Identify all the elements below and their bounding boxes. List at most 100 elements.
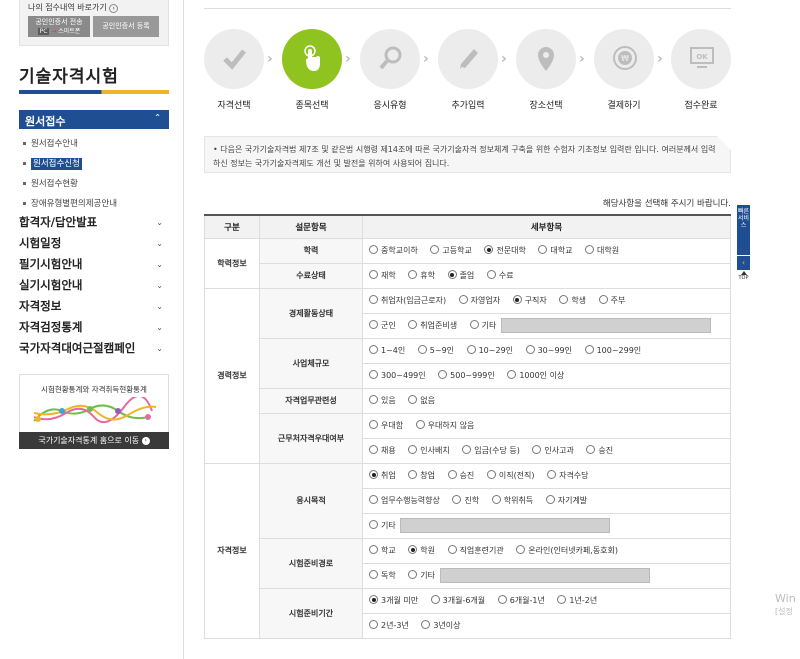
radio-option[interactable]: 1~4인 [369,345,405,356]
radio-option[interactable]: 3개월 미만 [369,595,418,606]
radio-button[interactable] [584,345,594,354]
radio-button[interactable] [369,420,378,429]
radio-option[interactable]: 승진 [447,470,474,481]
radio-button[interactable] [497,595,507,604]
radio-button-selected[interactable] [408,545,418,554]
chevron-left-icon[interactable]: ‹ [737,256,750,270]
submenu-item-apply[interactable]: 원서접수신청 [23,154,117,174]
radio-button[interactable] [547,470,557,479]
radio-option[interactable]: 휴학 [408,270,435,281]
radio-option[interactable]: 재학 [369,270,396,281]
submenu-item-accessibility[interactable]: 장애유형별편의제공안내 [23,194,117,214]
menu-item-results[interactable]: 합격자/답안발표 ⌄ [19,212,169,233]
menu-apply-header[interactable]: 원서접수 ⌃ [19,110,169,129]
radio-option[interactable]: 독학 [369,570,396,581]
radio-option[interactable]: 1년-2년 [557,595,597,606]
radio-button-selected[interactable] [447,270,457,279]
radio-button-selected[interactable] [512,295,522,304]
other-text-input[interactable] [500,318,711,333]
radio-option[interactable]: 주부 [598,295,625,306]
radio-option[interactable]: 자영업자 [458,295,500,306]
radio-button[interactable] [369,345,378,354]
radio-option[interactable]: 30~99인 [525,345,572,356]
radio-button-selected[interactable] [369,470,378,479]
cert-register-button[interactable]: 공인인증서 등록 [93,16,159,37]
radio-button[interactable] [369,245,378,254]
radio-button[interactable] [408,470,418,479]
statistics-banner[interactable]: 시험현황통계와 자격취득현황통계 국가기술자격통계 홈으로 이동 › [19,374,169,449]
radio-button[interactable] [408,270,418,279]
radio-button[interactable] [408,570,418,579]
radio-option[interactable]: 있음 [369,395,396,406]
radio-option[interactable]: 3개월-6개월 [430,595,485,606]
radio-option[interactable]: 직업훈련기관 [447,545,504,556]
radio-button[interactable] [486,470,496,479]
radio-button[interactable] [369,295,378,304]
radio-button[interactable] [507,370,517,379]
radio-button[interactable] [417,345,427,354]
radio-option[interactable]: 기타 [408,570,435,581]
radio-option[interactable]: 학원 [408,545,435,556]
radio-button[interactable] [369,520,378,529]
radio-option[interactable]: 업무수행능력향상 [369,495,440,506]
radio-button-selected[interactable] [369,595,378,604]
radio-button[interactable] [491,495,501,504]
radio-option[interactable]: 우대함 [369,420,403,431]
radio-button[interactable] [438,370,448,379]
radio-option[interactable]: 자격수당 [547,470,589,481]
radio-button[interactable] [369,495,378,504]
radio-option[interactable]: 취업자(임금근로자) [369,295,446,306]
radio-option[interactable]: 중학교이하 [369,245,418,256]
radio-option[interactable]: 수료 [486,270,514,281]
radio-button-selected[interactable] [484,245,494,254]
radio-button[interactable] [369,620,378,629]
submenu-item-status[interactable]: 원서접수현황 [23,174,117,194]
radio-button[interactable] [369,370,378,379]
radio-button[interactable] [452,495,462,504]
radio-button[interactable] [369,545,378,554]
radio-option[interactable]: 10~29인 [466,345,513,356]
radio-option[interactable]: 채용 [369,445,396,456]
radio-button[interactable] [466,345,476,354]
radio-button[interactable] [557,595,567,604]
radio-button[interactable] [415,420,425,429]
radio-option[interactable]: 취업 [369,470,396,481]
radio-button[interactable] [486,270,496,279]
radio-option[interactable]: 대학교 [538,245,572,256]
radio-button[interactable] [430,595,440,604]
radio-option[interactable]: 졸업 [447,270,474,281]
radio-option[interactable]: 승진 [586,445,613,456]
radio-option[interactable]: 학위취득 [491,495,533,506]
radio-option[interactable]: 300~499인 [369,370,426,381]
radio-option[interactable]: 취업준비생 [408,320,457,331]
menu-item-schedule[interactable]: 시험일정 ⌄ [19,233,169,254]
menu-item-statistics[interactable]: 자격검정통계 ⌄ [19,317,169,338]
radio-option[interactable]: 학생 [559,295,586,306]
radio-option[interactable]: 전문대학 [484,245,526,256]
menu-item-qualification-info[interactable]: 자격정보 ⌄ [19,296,169,317]
my-application-link[interactable]: 나의 접수내역 바로가기 › [28,2,160,13]
radio-option[interactable]: 대학원 [585,245,619,256]
radio-option[interactable]: 이직(전직) [486,470,535,481]
radio-option[interactable]: 2년-3년 [369,620,409,631]
radio-button[interactable] [538,245,548,254]
radio-button[interactable] [469,320,479,329]
radio-option[interactable]: 구직자 [512,295,547,306]
scroll-top-button[interactable]: TOP [737,271,750,282]
radio-button[interactable] [586,445,596,454]
radio-button[interactable] [458,295,468,304]
radio-option[interactable]: 없음 [408,395,435,406]
other-text-input[interactable] [439,568,650,583]
radio-option[interactable]: 5~9인 [417,345,454,356]
radio-button[interactable] [462,445,472,454]
radio-button[interactable] [408,445,418,454]
radio-button[interactable] [585,245,594,254]
radio-option[interactable]: 자기계발 [545,495,587,506]
radio-option[interactable]: 온라인(인터넷카페,동호회) [516,545,618,556]
radio-button[interactable] [516,545,526,554]
radio-button[interactable] [532,445,542,454]
radio-option[interactable]: 3년이상 [421,620,461,631]
radio-option[interactable]: 임금(수당 등) [462,445,520,456]
radio-button[interactable] [559,295,569,304]
radio-option[interactable]: 100~299인 [584,345,641,356]
